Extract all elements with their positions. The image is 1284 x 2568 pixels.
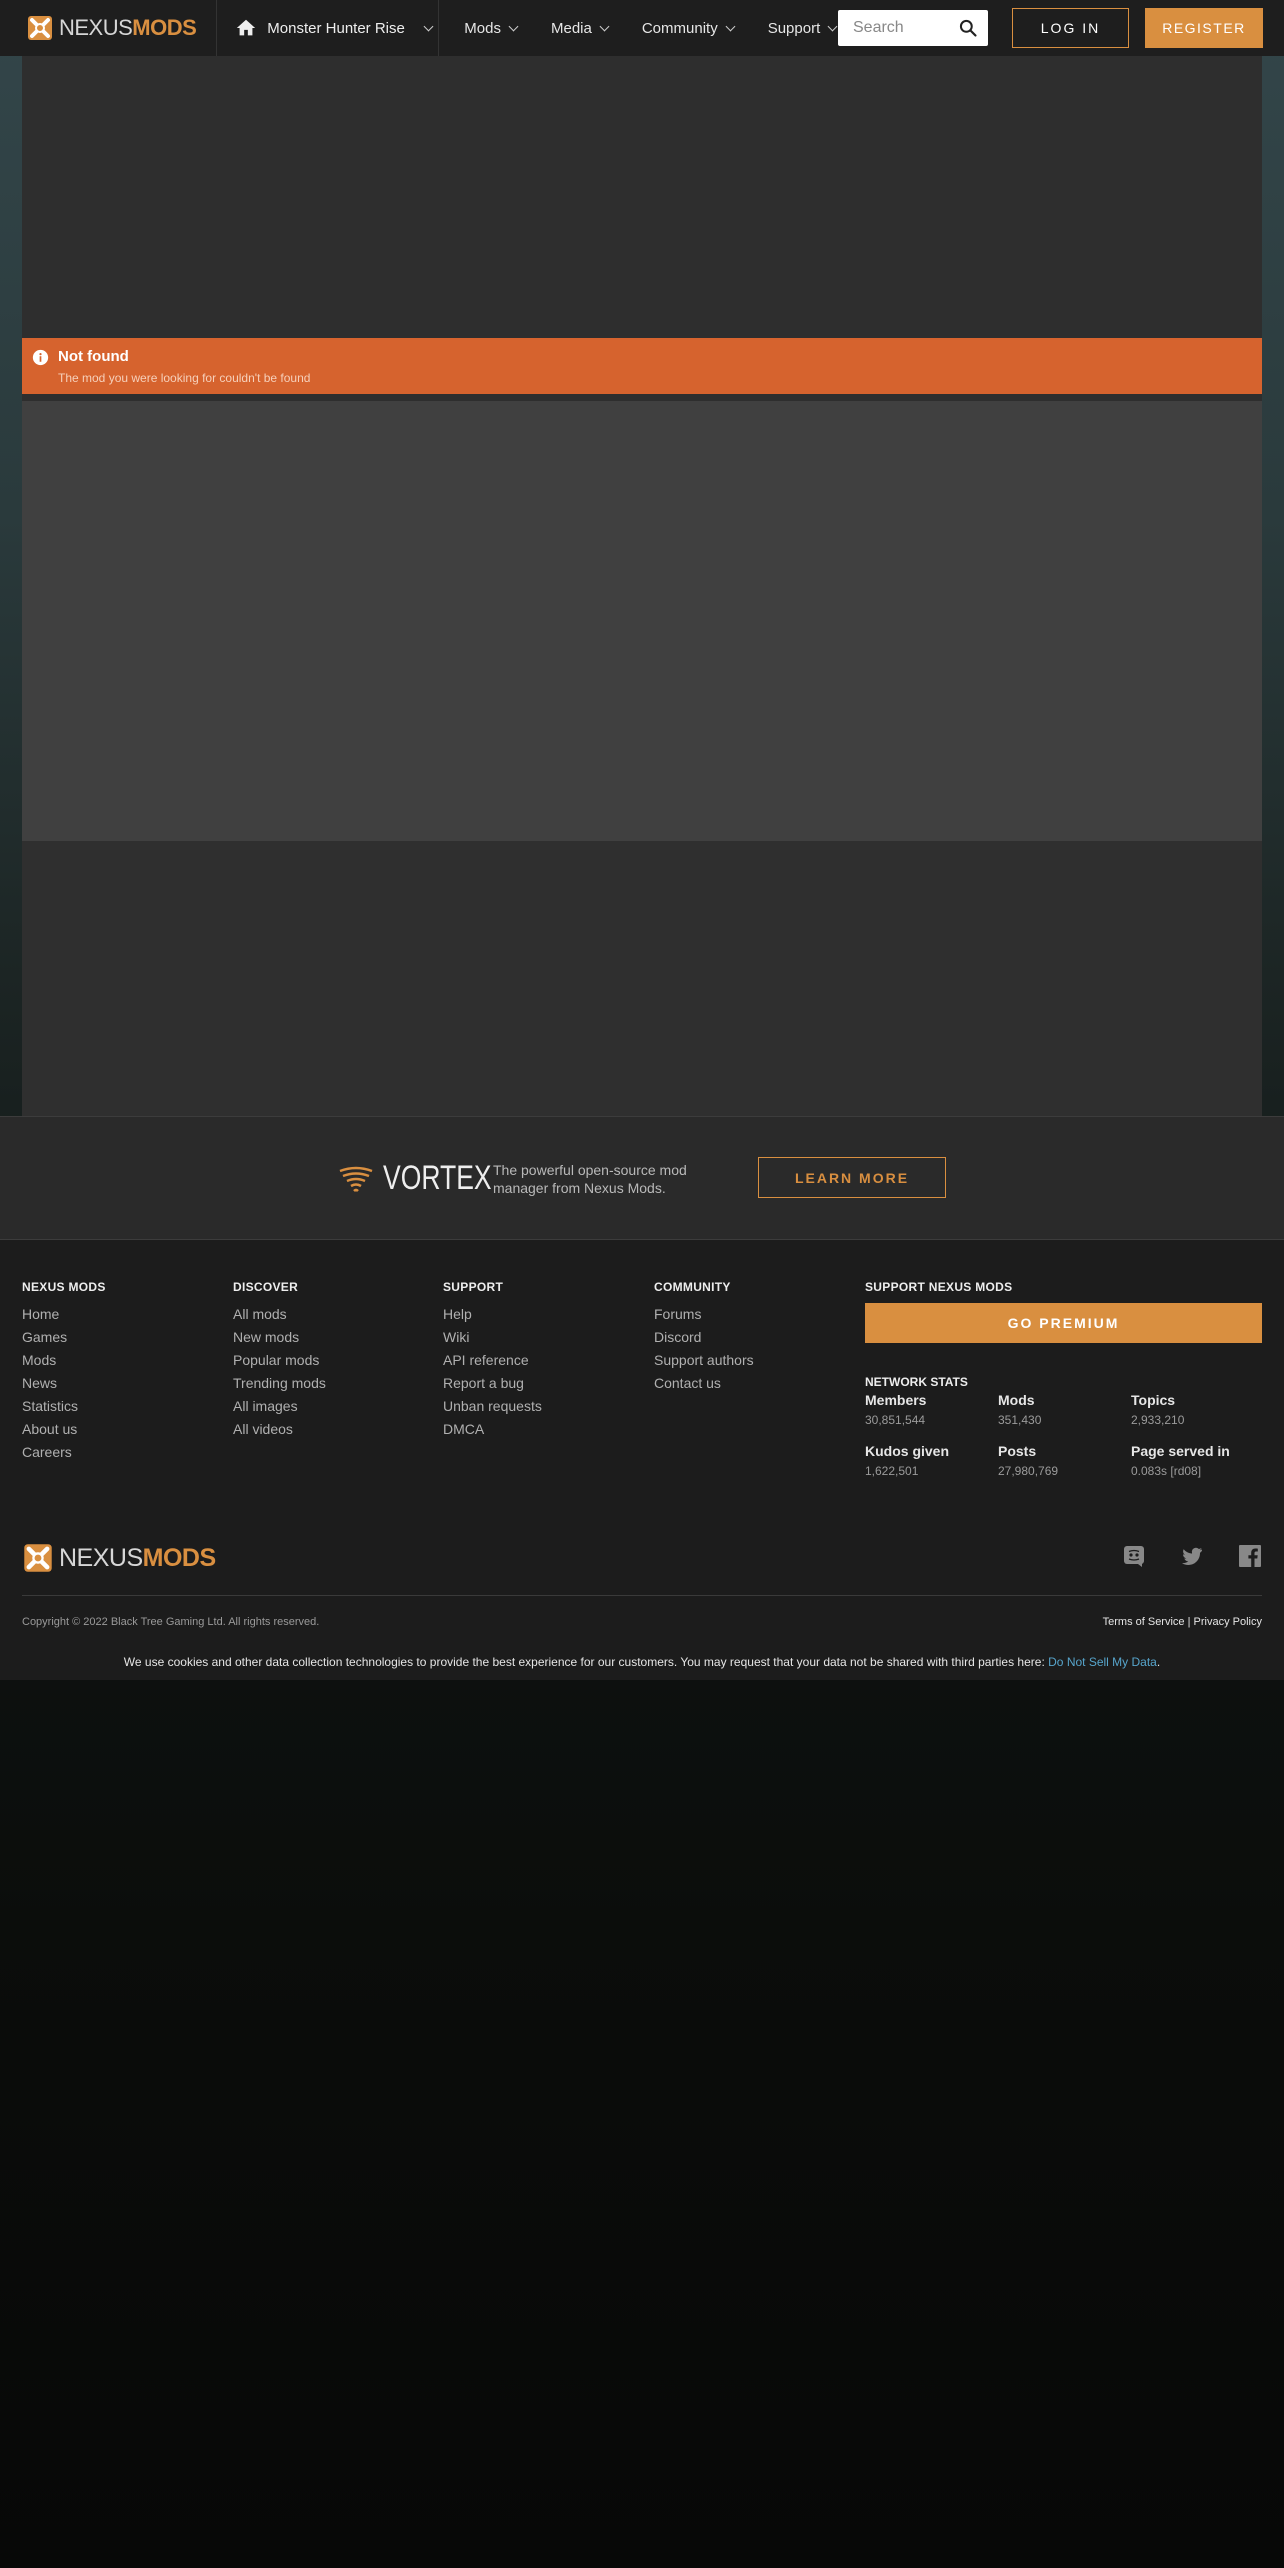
footer-link-news[interactable]: News xyxy=(22,1372,106,1395)
twitter-icon[interactable] xyxy=(1180,1544,1204,1568)
stat-members: Members 30,851,544 xyxy=(865,1392,927,1427)
nav-media[interactable]: Media xyxy=(534,20,625,37)
social-links xyxy=(1122,1544,1262,1568)
footer-col-community: COMMUNITY Forums Discord Support authors… xyxy=(654,1280,754,1395)
search-icon[interactable] xyxy=(958,18,978,38)
facebook-icon[interactable] xyxy=(1238,1544,1262,1568)
footer-col-support-nexus: SUPPORT NEXUS MODS xyxy=(865,1280,1012,1303)
footer-link-games[interactable]: Games xyxy=(22,1326,106,1349)
footer-link-new-mods[interactable]: New mods xyxy=(233,1326,326,1349)
footer-col-support: SUPPORT Help Wiki API reference Report a… xyxy=(443,1280,542,1441)
footer-col-title: COMMUNITY xyxy=(654,1280,731,1294)
stat-posts: Posts 27,980,769 xyxy=(998,1443,1059,1478)
vortex-banner: VORTEX The powerful open-source mod mana… xyxy=(0,1116,1284,1240)
nav-mods[interactable]: Mods xyxy=(447,20,534,37)
footer-col-discover: DISCOVER All mods New mods Popular mods … xyxy=(233,1280,326,1441)
footer-link-discord[interactable]: Discord xyxy=(654,1326,754,1349)
alert-message: The mod you were looking for couldn't be… xyxy=(58,371,311,385)
main-content xyxy=(22,56,1262,1116)
content-panel-middle xyxy=(22,401,1262,841)
copyright-text: Copyright © 2022 Black Tree Gaming Ltd. … xyxy=(22,1616,320,1628)
not-found-alert: Not found The mod you were looking for c… xyxy=(22,338,1262,394)
footer-link-api-reference[interactable]: API reference xyxy=(443,1349,542,1372)
content-panel-top xyxy=(22,56,1262,331)
search-input[interactable] xyxy=(853,19,953,37)
footer-link-popular-mods[interactable]: Popular mods xyxy=(233,1349,326,1372)
footer-link-all-mods[interactable]: All mods xyxy=(233,1303,326,1326)
go-premium-button[interactable]: GO PREMIUM xyxy=(865,1303,1262,1343)
alert-title: Not found xyxy=(58,348,129,365)
search-box xyxy=(838,10,988,46)
info-icon xyxy=(32,349,49,366)
footer-link-dmca[interactable]: DMCA xyxy=(443,1418,542,1441)
cookie-text: We use cookies and other data collection… xyxy=(123,1655,1045,1669)
footer-link-wiki[interactable]: Wiki xyxy=(443,1326,542,1349)
do-not-sell-link[interactable]: Do Not Sell My Data xyxy=(1048,1655,1157,1669)
chevron-down-icon xyxy=(423,21,434,31)
footer-link-contact-us[interactable]: Contact us xyxy=(654,1372,754,1395)
content-panel-bottom xyxy=(22,841,1262,1116)
footer-col-title: SUPPORT xyxy=(443,1280,504,1294)
footer-link-about-us[interactable]: About us xyxy=(22,1418,106,1441)
terms-link[interactable]: Terms of Service xyxy=(1103,1616,1185,1628)
stat-mods: Mods 351,430 xyxy=(998,1392,1042,1427)
footer-link-statistics[interactable]: Statistics xyxy=(22,1395,106,1418)
privacy-link[interactable]: Privacy Policy xyxy=(1194,1616,1262,1628)
top-navbar: NEXUSMODS Monster Hunter Rise Mods Media… xyxy=(0,0,1284,56)
stat-page-served: Page served in 0.083s [rd08] xyxy=(1131,1443,1230,1478)
main-nav: Mods Media Community Support xyxy=(439,0,853,56)
footer: NEXUS MODS Home Games Mods News Statisti… xyxy=(0,1240,1284,1680)
network-stats-title: NETWORK STATS xyxy=(865,1375,968,1389)
game-name: Monster Hunter Rise xyxy=(267,19,405,37)
nexus-logo[interactable]: NEXUSMODS xyxy=(0,0,218,56)
footer-link-help[interactable]: Help xyxy=(443,1303,542,1326)
nexus-logo-text: NEXUSMODS xyxy=(59,1543,216,1572)
nexus-logo-icon xyxy=(24,1544,52,1572)
login-button[interactable]: LOG IN xyxy=(1012,8,1129,48)
footer-col-title: DISCOVER xyxy=(233,1280,299,1294)
footer-link-all-videos[interactable]: All videos xyxy=(233,1418,326,1441)
nav-community[interactable]: Community xyxy=(625,20,751,37)
footer-link-careers[interactable]: Careers xyxy=(22,1441,106,1464)
footer-link-support-authors[interactable]: Support authors xyxy=(654,1349,754,1372)
chevron-down-icon xyxy=(508,21,519,31)
footer-link-trending-mods[interactable]: Trending mods xyxy=(233,1372,326,1395)
footer-col-nexus-mods: NEXUS MODS Home Games Mods News Statisti… xyxy=(22,1280,106,1464)
footer-link-forums[interactable]: Forums xyxy=(654,1303,754,1326)
nexus-logo-icon xyxy=(28,16,52,40)
vortex-tagline: The powerful open-source mod manager fro… xyxy=(493,1162,687,1196)
stat-kudos: Kudos given 1,622,501 xyxy=(865,1443,950,1478)
footer-link-report-bug[interactable]: Report a bug xyxy=(443,1372,542,1395)
legal-links: Terms of Service | Privacy Policy xyxy=(1102,1616,1262,1628)
cookie-notice: We use cookies and other data collection… xyxy=(123,1655,1161,1669)
vortex-icon xyxy=(339,1166,373,1192)
chevron-down-icon xyxy=(827,21,838,31)
stat-topics: Topics 2,933,210 xyxy=(1131,1392,1185,1427)
footer-link-mods[interactable]: Mods xyxy=(22,1349,106,1372)
vortex-name: VORTEX xyxy=(383,1159,492,1197)
footer-link-home[interactable]: Home xyxy=(22,1303,106,1326)
home-icon xyxy=(237,19,256,36)
game-selector[interactable]: Monster Hunter Rise xyxy=(217,0,440,56)
nexus-logo-text: NEXUSMODS xyxy=(59,15,197,40)
footer-divider xyxy=(22,1595,1262,1596)
footer-col-title: SUPPORT NEXUS MODS xyxy=(865,1280,1013,1294)
learn-more-button[interactable]: LEARN MORE xyxy=(758,1157,946,1198)
footer-nexus-logo[interactable]: NEXUSMODS xyxy=(22,1542,216,1574)
footer-link-all-images[interactable]: All images xyxy=(233,1395,326,1418)
footer-link-unban-requests[interactable]: Unban requests xyxy=(443,1395,542,1418)
chevron-down-icon xyxy=(599,21,610,31)
register-button[interactable]: REGISTER xyxy=(1145,8,1263,48)
discord-icon[interactable] xyxy=(1122,1544,1146,1568)
chevron-down-icon xyxy=(725,21,736,31)
footer-col-title: NEXUS MODS xyxy=(22,1280,106,1294)
